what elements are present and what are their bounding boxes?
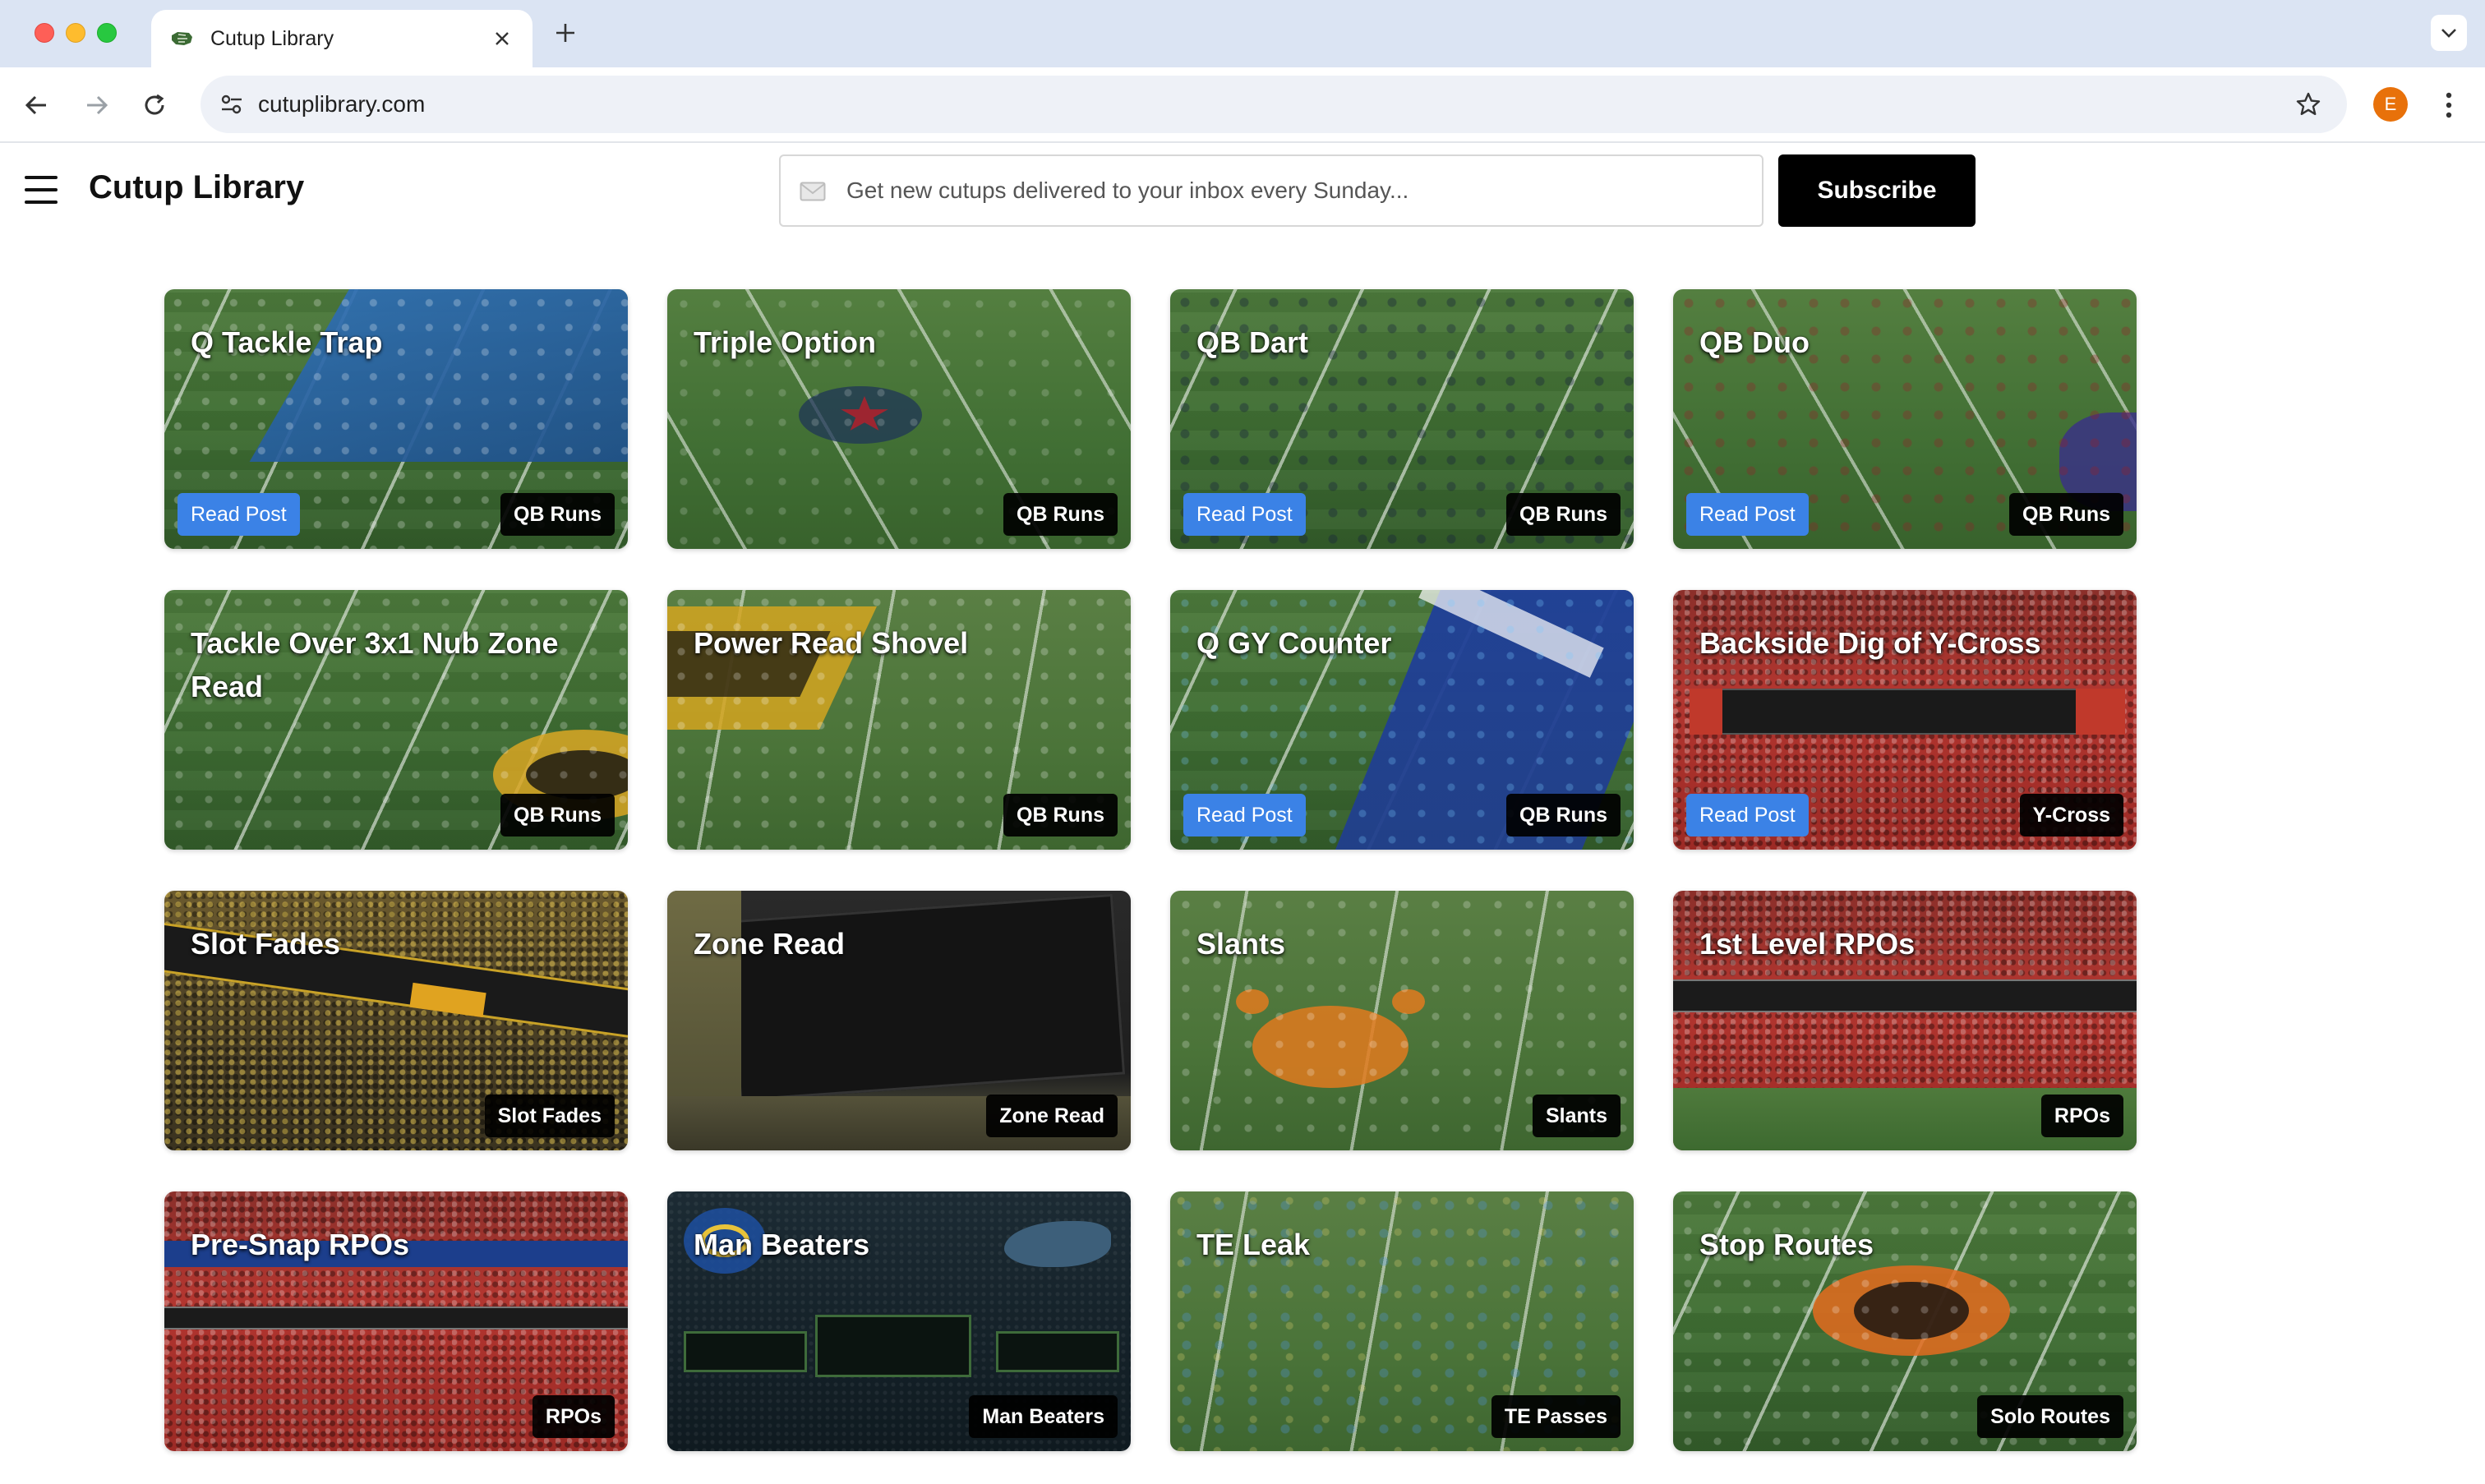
- window-close-button[interactable]: [35, 23, 54, 43]
- category-tag[interactable]: QB Runs: [1003, 794, 1118, 836]
- cutup-card-stop-routes[interactable]: Stop Routes Solo Routes: [1673, 1191, 2137, 1451]
- cutup-card-q-gy-counter[interactable]: Q GY Counter Read Post QB Runs: [1170, 590, 1634, 850]
- category-tag[interactable]: Slants: [1532, 1095, 1621, 1137]
- category-tag[interactable]: Zone Read: [986, 1095, 1118, 1137]
- category-tag[interactable]: QB Runs: [1506, 493, 1621, 536]
- category-tag[interactable]: Solo Routes: [1977, 1395, 2123, 1438]
- site-title[interactable]: Cutup Library: [89, 169, 304, 206]
- read-post-badge[interactable]: Read Post: [1183, 493, 1306, 536]
- cutup-card-slot-fades[interactable]: Slot Fades Slot Fades: [164, 891, 628, 1150]
- cutup-card-1st-level-rpos[interactable]: 1st Level RPOs RPOs: [1673, 891, 2137, 1150]
- card-title: Q GY Counter: [1196, 626, 1392, 660]
- tab-title: Cutup Library: [210, 26, 334, 50]
- cutup-card-power-read-shovel[interactable]: Power Read Shovel QB Runs: [667, 590, 1131, 850]
- read-post-badge[interactable]: Read Post: [1686, 493, 1809, 536]
- window-zoom-button[interactable]: [97, 23, 117, 43]
- category-tag[interactable]: QB Runs: [2009, 493, 2123, 536]
- address-bar[interactable]: cutuplibrary.com: [201, 76, 2347, 133]
- cutup-card-pre-snap-rpos[interactable]: Pre-Snap RPOs RPOs: [164, 1191, 628, 1451]
- hamburger-menu-icon[interactable]: [25, 176, 58, 204]
- cutup-card-qb-dart[interactable]: QB Dart Read Post QB Runs: [1170, 289, 1634, 549]
- back-arrow-icon[interactable]: [16, 85, 56, 125]
- new-tab-icon[interactable]: [549, 16, 582, 49]
- site-info-tune-icon[interactable]: [215, 88, 248, 121]
- envelope-icon: [799, 179, 827, 204]
- browser-tab-active[interactable]: Cutup Library: [151, 10, 532, 67]
- close-tab-icon[interactable]: [490, 26, 514, 51]
- card-title: Slants: [1196, 927, 1286, 961]
- browser-tab-strip: Cutup Library: [0, 0, 2485, 67]
- cutup-card-man-beaters[interactable]: Man Beaters Man Beaters: [667, 1191, 1131, 1451]
- cutup-card-tackle-over-3x1-nub-zone-read[interactable]: Tackle Over 3x1 Nub Zone Read QB Runs: [164, 590, 628, 850]
- category-tag[interactable]: Man Beaters: [969, 1395, 1118, 1438]
- category-tag[interactable]: Slot Fades: [484, 1095, 615, 1137]
- window-minimize-button[interactable]: [66, 23, 85, 43]
- cutup-card-backside-dig-of-y-cross[interactable]: Backside Dig of Y-Cross Read Post Y-Cros…: [1673, 590, 2137, 850]
- browser-toolbar: cutuplibrary.com E: [0, 67, 2485, 143]
- subscribe-form: [779, 154, 1763, 227]
- cutup-card-q-tackle-trap[interactable]: Q Tackle Trap Read Post QB Runs: [164, 289, 628, 549]
- cutup-card-triple-option[interactable]: Triple Option QB Runs: [667, 289, 1131, 549]
- read-post-badge[interactable]: Read Post: [178, 493, 300, 536]
- card-title: Tackle Over 3x1 Nub Zone Read: [191, 626, 559, 703]
- category-tag[interactable]: QB Runs: [1003, 493, 1118, 536]
- cutup-card-slants[interactable]: Slants Slants: [1170, 891, 1634, 1150]
- card-title: Slot Fades: [191, 927, 341, 961]
- card-title: Power Read Shovel: [694, 626, 969, 660]
- football-field-icon: [169, 30, 194, 48]
- card-title: 1st Level RPOs: [1699, 927, 1916, 961]
- forward-arrow-icon[interactable]: [77, 85, 117, 125]
- email-subscribe-input[interactable]: [846, 156, 1750, 225]
- profile-avatar[interactable]: E: [2373, 87, 2408, 122]
- card-title: Triple Option: [694, 325, 876, 359]
- category-tag[interactable]: RPOs: [532, 1395, 615, 1438]
- card-title: Backside Dig of Y-Cross: [1699, 626, 2041, 660]
- category-tag[interactable]: QB Runs: [1506, 794, 1621, 836]
- category-tag[interactable]: RPOs: [2040, 1095, 2123, 1137]
- category-tag[interactable]: Y-Cross: [2019, 794, 2123, 836]
- category-tag[interactable]: QB Runs: [500, 794, 615, 836]
- card-title: QB Duo: [1699, 325, 1810, 359]
- tab-search-chevron-icon[interactable]: [2431, 15, 2467, 51]
- card-title: Stop Routes: [1699, 1228, 1874, 1261]
- category-tag[interactable]: TE Passes: [1491, 1395, 1621, 1438]
- bookmark-star-icon[interactable]: [2291, 87, 2326, 122]
- read-post-badge[interactable]: Read Post: [1686, 794, 1809, 836]
- url-text: cutuplibrary.com: [258, 91, 426, 117]
- card-title: Man Beaters: [694, 1228, 870, 1261]
- cutup-card-zone-read[interactable]: Zone Read Zone Read: [667, 891, 1131, 1150]
- card-title: Zone Read: [694, 927, 846, 961]
- category-tag[interactable]: QB Runs: [500, 493, 615, 536]
- card-title: Pre-Snap RPOs: [191, 1228, 410, 1261]
- browser-menu-kebab-icon[interactable]: [2434, 87, 2464, 123]
- reload-icon[interactable]: [135, 85, 174, 125]
- subscribe-button[interactable]: Subscribe: [1778, 154, 1976, 227]
- cutup-grid: Q Tackle Trap Read Post QB Runs Triple O…: [164, 289, 2137, 1451]
- cutup-card-qb-duo[interactable]: QB Duo Read Post QB Runs: [1673, 289, 2137, 549]
- card-title: Q Tackle Trap: [191, 325, 383, 359]
- card-title: TE Leak: [1196, 1228, 1311, 1261]
- cutup-card-te-leak[interactable]: TE Leak TE Passes: [1170, 1191, 1634, 1451]
- card-title: QB Dart: [1196, 325, 1309, 359]
- read-post-badge[interactable]: Read Post: [1183, 794, 1306, 836]
